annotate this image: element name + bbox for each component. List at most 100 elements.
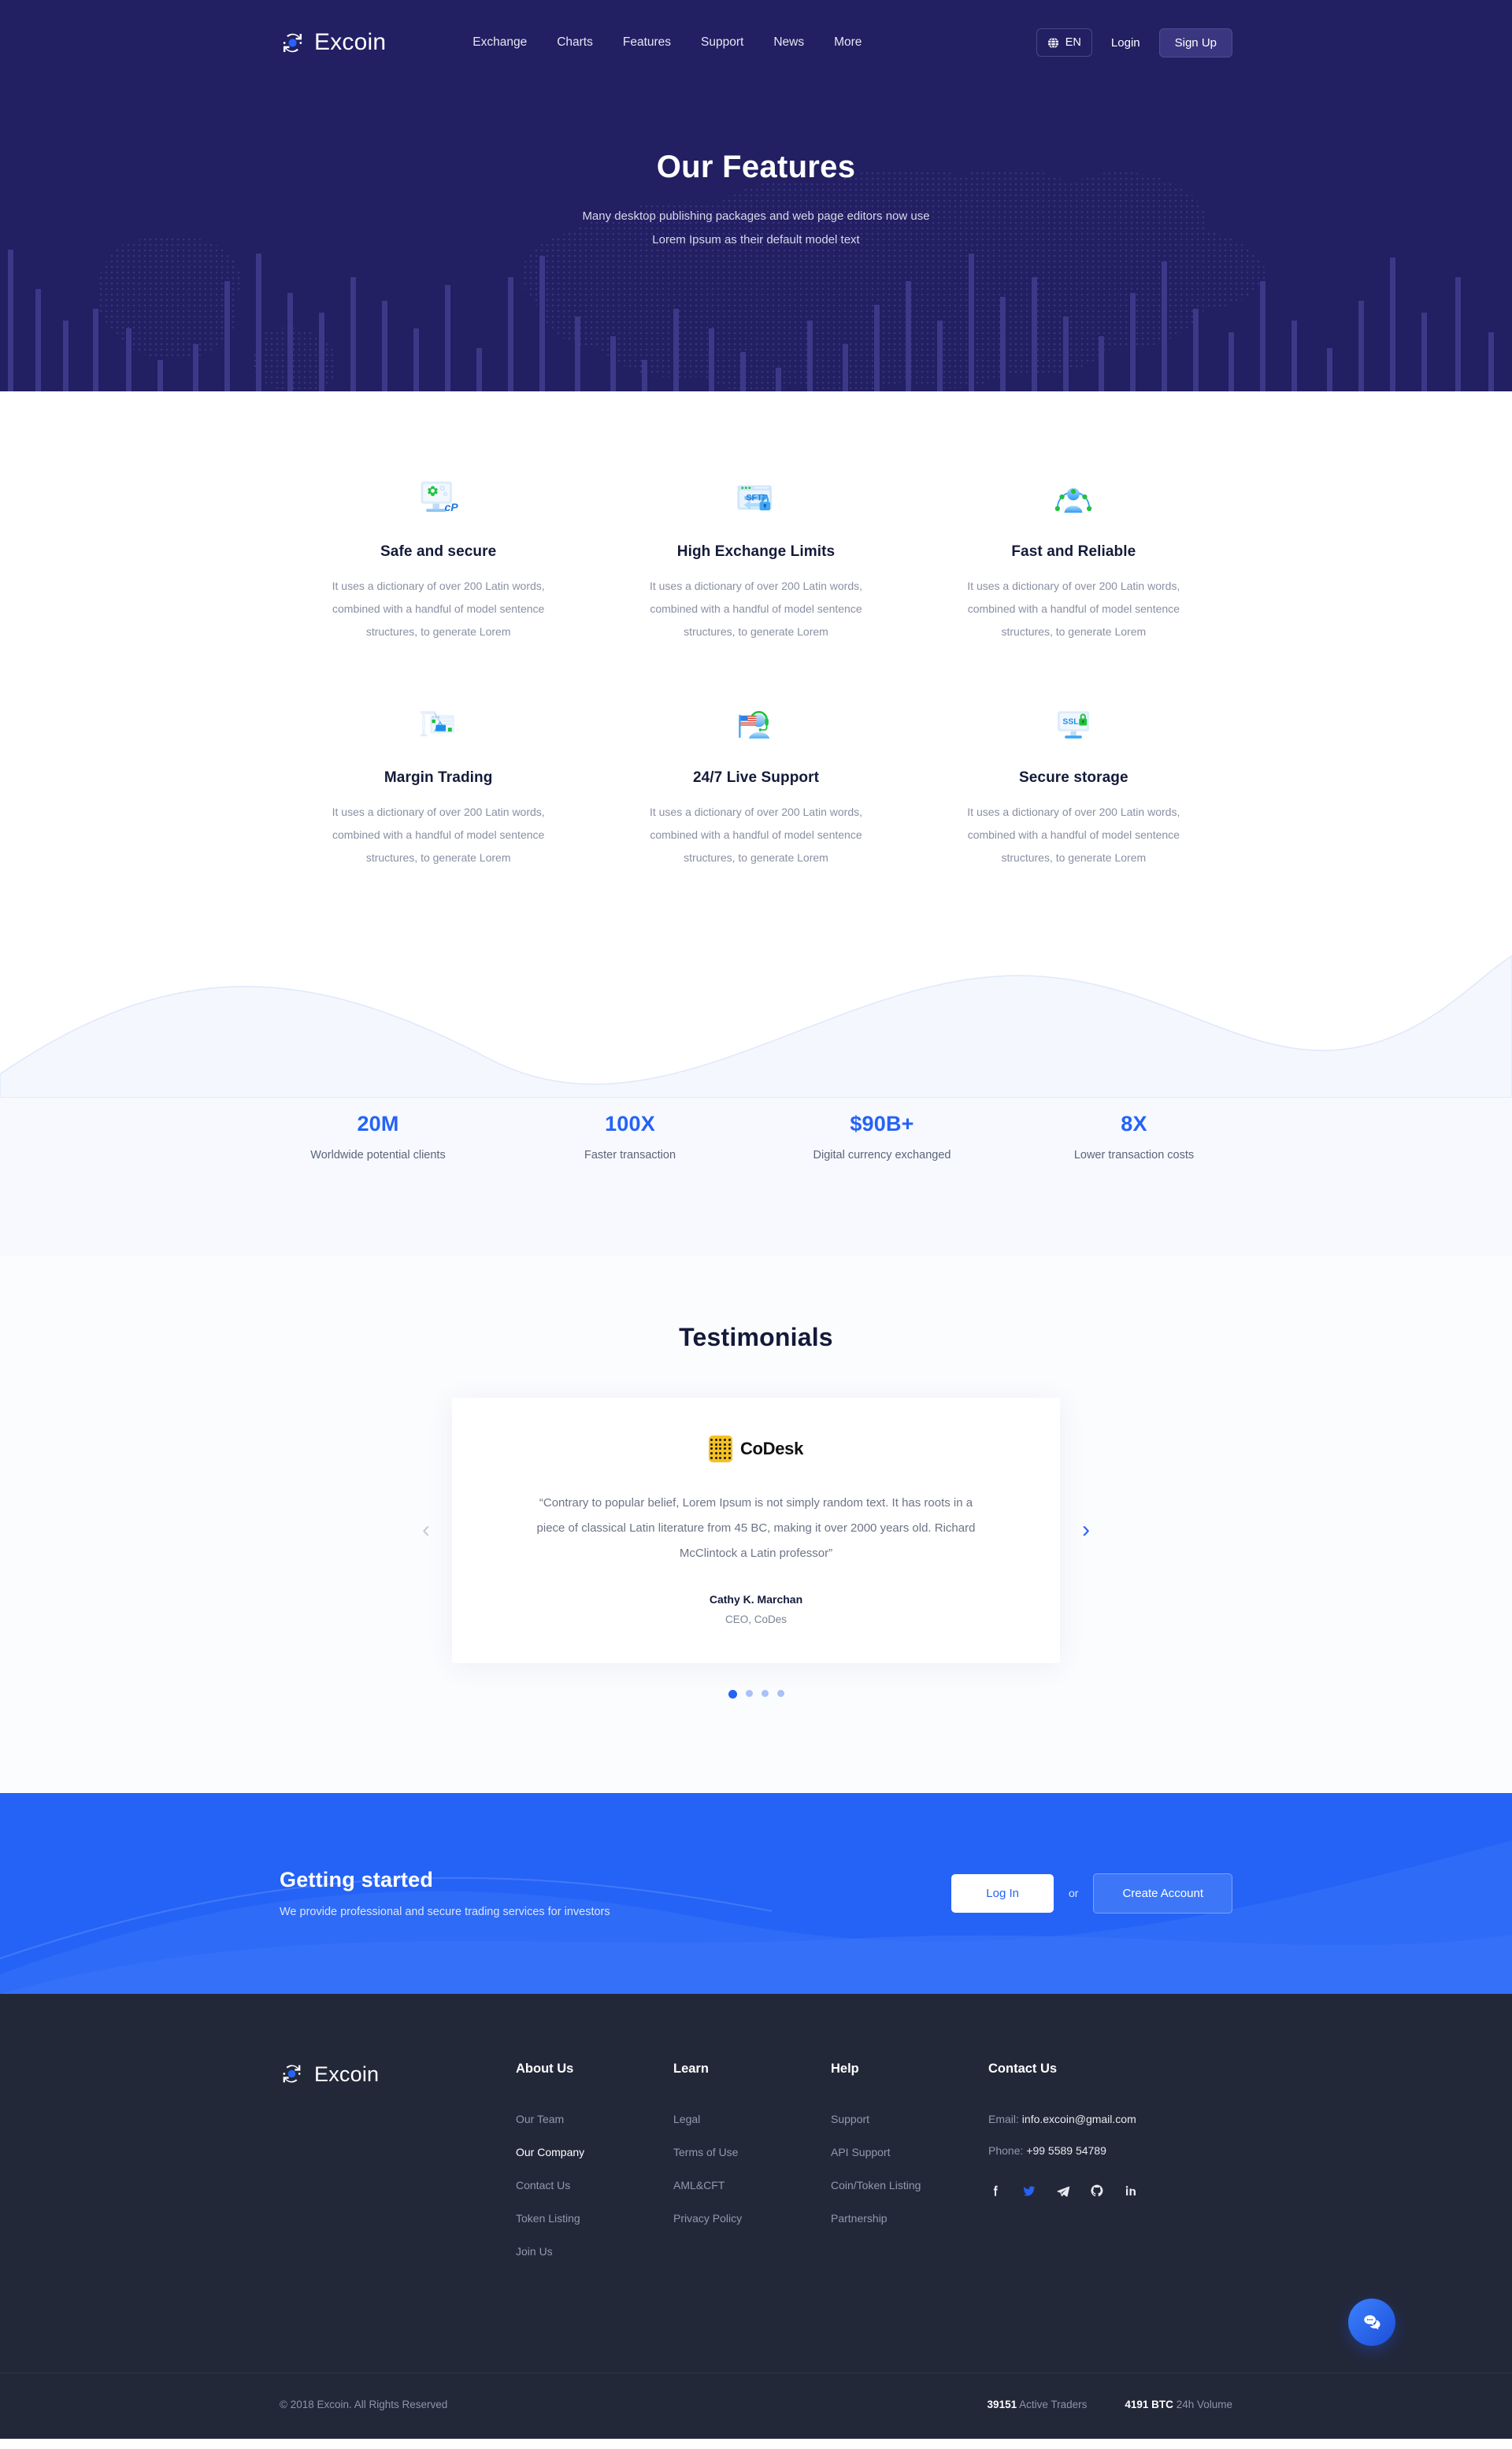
wave-divider (0, 947, 1512, 1098)
svg-text:SSL: SSL (1063, 718, 1080, 727)
hero-subtitle-line-2: Lorem Ipsum as their default model text (652, 233, 860, 246)
cta-login-button[interactable]: Log In (951, 1873, 1054, 1913)
candlestick-chart-background (8, 250, 1494, 391)
stat-label: Digital currency exchanged (813, 1148, 951, 1162)
feature-title: Safe and secure (380, 543, 497, 560)
footer-link-token-listing[interactable]: Token Listing (516, 2212, 673, 2225)
footer-logo[interactable]: Excoin (280, 2062, 516, 2088)
footer-column-title: Help (831, 2061, 859, 2076)
cta-create-account-button[interactable]: Create Account (1093, 1873, 1232, 1914)
footer-column-about-us: About Us Our Team Our Company Contact Us… (516, 2062, 673, 2278)
telegram-icon[interactable] (1056, 2184, 1070, 2198)
footer-link-privacy-policy[interactable]: Privacy Policy (673, 2212, 831, 2225)
footer-email-value[interactable]: info.excoin@gmail.com (1022, 2113, 1136, 2125)
carousel-dot[interactable] (745, 1689, 753, 1697)
stat-value: 8X (1121, 1111, 1147, 1136)
feature-card: SSL Secure storage It uses a dictionary … (915, 700, 1232, 869)
signup-button[interactable]: Sign Up (1158, 28, 1232, 57)
footer-stat-24h-volume: 4191 BTC 24h Volume (1125, 2399, 1232, 2410)
stat-value: 20M (357, 1111, 399, 1136)
copyright-text: © 2018 Excoin. All Rights Reserved (280, 2398, 448, 2410)
footer-column-title: About Us (516, 2061, 574, 2076)
footer-column-title: Learn (673, 2061, 709, 2076)
testimonials-section: Testimonials ‹ CoDesk “Contrary to popul… (0, 1255, 1512, 1793)
footer-phone-value[interactable]: +99 5589 54789 (1026, 2144, 1106, 2157)
carousel-dot[interactable] (728, 1689, 737, 1699)
cta-or-label: or (1068, 1887, 1079, 1900)
stat-value: 100X (605, 1111, 655, 1136)
footer-link-join-us[interactable]: Join Us (516, 2245, 673, 2258)
language-selector[interactable]: EN (1036, 28, 1092, 57)
footer-bottom-bar: © 2018 Excoin. All Rights Reserved 39151… (0, 2372, 1512, 2439)
stat-label: Lower transaction costs (1073, 1148, 1195, 1162)
footer-link-support[interactable]: Support (831, 2113, 988, 2125)
features-grid: cP Safe and secure It uses a dictionary … (280, 474, 1232, 869)
footer-link-coin-token-listing[interactable]: Coin/Token Listing (831, 2179, 988, 2192)
twitter-icon[interactable] (1022, 2184, 1036, 2198)
cta-subtitle: We provide professional and secure tradi… (280, 1906, 610, 1919)
feature-card: SFTP High Exchange Limits It uses a dict… (597, 474, 914, 643)
footer-brand: Excoin (280, 2062, 516, 2278)
globe-icon (1047, 36, 1059, 49)
footer-column-contact-us: Contact Us Email: info.excoin@gmail.com … (988, 2062, 1280, 2278)
testimonial-role: CEO, CoDes (724, 1613, 788, 1625)
stats-section: 20M Worldwide potential clients 100X Fas… (0, 1097, 1512, 1256)
footer-link-aml-cft[interactable]: AML&CFT (673, 2179, 831, 2192)
footer-phone-row: Phone: +99 5589 54789 (988, 2144, 1280, 2157)
refresh-circle-logo-icon (280, 2062, 306, 2088)
linkedin-icon[interactable] (1124, 2184, 1138, 2198)
feature-body: It uses a dictionary of over 200 Latin w… (332, 580, 545, 638)
footer-column-title: Contact Us (988, 2061, 1058, 2076)
chevron-left-icon[interactable]: ‹ (413, 1513, 439, 1547)
cta-title: Getting started (280, 1868, 434, 1892)
chat-bubbles-icon[interactable] (1348, 2298, 1395, 2346)
nav-item-features[interactable]: Features (623, 35, 671, 50)
nav-item-support[interactable]: Support (701, 35, 743, 50)
footer-column-help: Help Support API Support Coin/Token List… (831, 2062, 988, 2278)
footer-phone-label: Phone: (988, 2143, 1024, 2157)
network-user-nodes-icon (945, 474, 1203, 524)
carousel-dots (0, 1689, 1512, 1699)
footer-stat-label: Active Traders (1019, 2398, 1088, 2410)
svg-text:cP: cP (444, 501, 458, 513)
landing-page: Excoin Exchange Charts Features Support … (0, 0, 1512, 2439)
footer-link-contact-us[interactable]: Contact Us (516, 2179, 673, 2192)
footer-link-api-support[interactable]: API Support (831, 2146, 988, 2158)
carousel-dot[interactable] (761, 1689, 769, 1697)
hero-subtitle: Many desktop publishing packages and web… (582, 205, 929, 252)
testimonial-card: CoDesk “Contrary to popular belief, Lore… (452, 1397, 1060, 1663)
cpanel-monitor-icon: cP (309, 474, 567, 524)
feature-card: 24/7 Live Support It uses a dictionary o… (597, 700, 914, 869)
feature-card: cP Safe and secure It uses a dictionary … (280, 474, 597, 643)
feature-body: It uses a dictionary of over 200 Latin w… (649, 805, 863, 864)
brand-logo[interactable]: Excoin (280, 29, 386, 56)
footer-stat-label: 24h Volume (1176, 2398, 1232, 2410)
chevron-right-icon[interactable]: › (1073, 1513, 1099, 1547)
nav-item-charts[interactable]: Charts (557, 35, 593, 50)
stat-item: 20M Worldwide potential clients (252, 1112, 504, 1162)
nav-item-more[interactable]: More (834, 35, 862, 50)
carousel-dot[interactable] (776, 1689, 784, 1697)
facebook-icon[interactable] (988, 2184, 1002, 2198)
crane-website-builder-icon (309, 700, 567, 750)
feature-title: Fast and Reliable (1011, 543, 1136, 560)
footer-link-partnership[interactable]: Partnership (831, 2212, 988, 2225)
footer-brand-name: Excoin (314, 2062, 380, 2086)
footer-link-legal[interactable]: Legal (673, 2113, 831, 2125)
stat-value: $90B+ (850, 1111, 914, 1136)
stat-item: 100X Faster transaction (504, 1112, 756, 1162)
refresh-circle-logo-icon (280, 30, 306, 56)
testimonial-quote: “Contrary to popular belief, Lorem Ipsum… (536, 1495, 976, 1560)
footer-link-our-company[interactable]: Our Company (516, 2146, 673, 2158)
footer-link-our-team[interactable]: Our Team (516, 2113, 673, 2125)
site-footer: Excoin About Us Our Team Our Company Con… (0, 1993, 1512, 2439)
feature-title: 24/7 Live Support (692, 769, 820, 786)
github-icon[interactable] (1090, 2184, 1104, 2198)
hero-subtitle-line-1: Many desktop publishing packages and web… (582, 209, 930, 223)
login-link[interactable]: Login (1100, 29, 1151, 57)
stat-item: $90B+ Digital currency exchanged (756, 1112, 1008, 1162)
nav-item-news[interactable]: News (773, 35, 804, 50)
nav-item-exchange[interactable]: Exchange (472, 35, 527, 50)
brand-name: Excoin (314, 29, 387, 55)
footer-link-terms-of-use[interactable]: Terms of Use (673, 2146, 831, 2158)
